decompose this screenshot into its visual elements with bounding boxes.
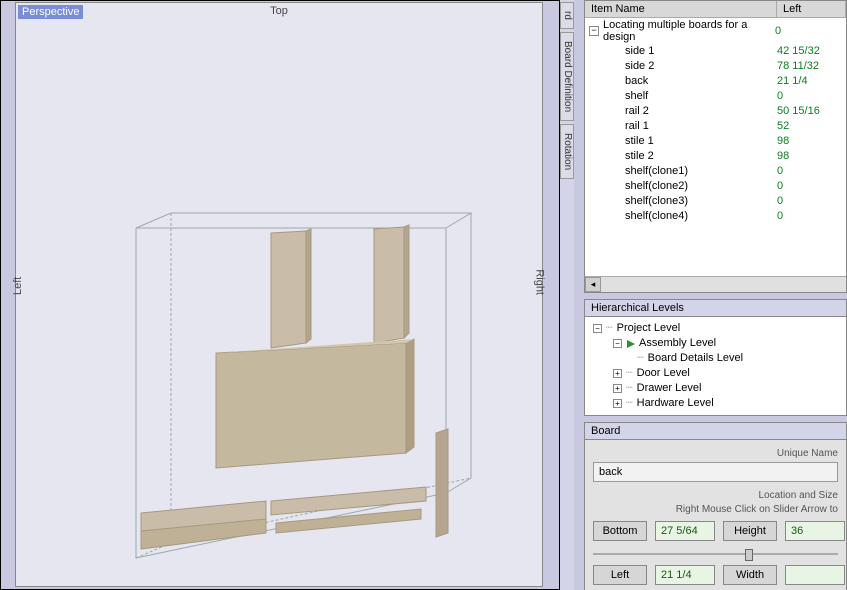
item-name: stile 2: [625, 149, 777, 164]
item-list-panel: Item Name Left − Locating multiple board…: [584, 0, 847, 293]
expand-icon[interactable]: +: [613, 369, 622, 378]
width-button[interactable]: Width: [723, 565, 777, 585]
item-row[interactable]: stile 298: [585, 149, 846, 164]
hierarchy-tree[interactable]: − ┈ Project Level − Assembly Level ┈ Boa…: [584, 316, 847, 416]
item-name: shelf(clone3): [625, 194, 777, 209]
item-left: 50 15/16: [777, 104, 820, 119]
slider-handle[interactable]: [745, 549, 753, 561]
collapse-icon[interactable]: −: [613, 339, 622, 348]
item-name: side 2: [625, 59, 777, 74]
3d-viewport[interactable]: Perspective Top Left Right: [15, 2, 543, 587]
width-value[interactable]: [785, 565, 845, 585]
item-row[interactable]: side 278 11/32: [585, 59, 846, 74]
item-list-header: Item Name Left: [585, 1, 846, 18]
item-row[interactable]: side 142 15/32: [585, 44, 846, 59]
tree-project-level[interactable]: − ┈ Project Level: [591, 321, 840, 336]
item-left: 21 1/4: [777, 74, 808, 89]
item-row[interactable]: back21 1/4: [585, 74, 846, 89]
item-left: 98: [777, 149, 789, 164]
scroll-track[interactable]: [601, 277, 846, 292]
item-left: 0: [777, 179, 783, 194]
item-left: 98: [777, 134, 789, 149]
3d-scene: [16, 3, 544, 588]
item-name: rail 1: [625, 119, 777, 134]
item-name: shelf: [625, 89, 777, 104]
item-name: shelf(clone1): [625, 164, 777, 179]
bottom-slider[interactable]: [593, 547, 838, 561]
item-left: 0: [777, 164, 783, 179]
tree-hardware-level[interactable]: + ┈ Hardware Level: [591, 396, 840, 411]
board-title: Board: [584, 422, 847, 439]
item-left: 52: [777, 119, 789, 134]
item-list-body[interactable]: − Locating multiple boards for a design …: [585, 18, 846, 276]
side-tab-strip: rd Board Definition Rotation: [560, 2, 574, 302]
right-column: Item Name Left − Locating multiple board…: [574, 0, 847, 590]
item-name: side 1: [625, 44, 777, 59]
side-tab-2[interactable]: Rotation: [560, 124, 574, 179]
col-header-item-name[interactable]: Item Name: [585, 1, 777, 17]
col-header-left[interactable]: Left: [777, 1, 846, 17]
tree-root-left: 0: [775, 25, 781, 37]
item-name: shelf(clone4): [625, 209, 777, 224]
item-row[interactable]: shelf(clone2)0: [585, 179, 846, 194]
expand-icon[interactable]: +: [613, 384, 622, 393]
bottom-button[interactable]: Bottom: [593, 521, 647, 541]
tree-assembly-level[interactable]: − Assembly Level: [591, 336, 840, 351]
item-row[interactable]: shelf(clone3)0: [585, 194, 846, 209]
item-left: 0: [777, 194, 783, 209]
item-name: shelf(clone2): [625, 179, 777, 194]
item-row[interactable]: stile 198: [585, 134, 846, 149]
bottom-value[interactable]: 27 5/64: [655, 521, 715, 541]
left-button[interactable]: Left: [593, 565, 647, 585]
slider-hint: Right Mouse Click on Slider Arrow to: [593, 504, 838, 515]
item-row[interactable]: shelf(clone4)0: [585, 209, 846, 224]
item-left: 0: [777, 89, 783, 104]
hierarchy-title: Hierarchical Levels: [584, 299, 847, 316]
expand-icon[interactable]: +: [613, 399, 622, 408]
tree-root-label: Locating multiple boards for a design: [603, 19, 775, 43]
tree-door-level[interactable]: + ┈ Door Level: [591, 366, 840, 381]
height-button[interactable]: Height: [723, 521, 777, 541]
tree-root-row[interactable]: − Locating multiple boards for a design …: [585, 18, 846, 44]
board-panel: Unique Name Location and Size Right Mous…: [584, 439, 847, 590]
height-value[interactable]: 36: [785, 521, 845, 541]
item-list-hscroll[interactable]: ◂: [585, 276, 846, 292]
item-row[interactable]: shelf0: [585, 89, 846, 104]
tree-board-details[interactable]: ┈ Board Details Level: [591, 351, 840, 366]
item-name: back: [625, 74, 777, 89]
side-tab-1[interactable]: Board Definition: [560, 32, 574, 121]
arrow-right-icon: [626, 339, 636, 349]
item-left: 78 11/32: [777, 59, 819, 74]
viewport-panel: Perspective Top Left Right: [0, 0, 560, 590]
item-name: rail 2: [625, 104, 777, 119]
unique-name-label: Unique Name: [593, 448, 838, 459]
collapse-icon[interactable]: −: [593, 324, 602, 333]
side-tab-0[interactable]: rd: [560, 2, 574, 29]
item-row[interactable]: rail 152: [585, 119, 846, 134]
scroll-left-icon[interactable]: ◂: [585, 277, 601, 292]
item-left: 0: [777, 209, 783, 224]
tree-drawer-level[interactable]: + ┈ Drawer Level: [591, 381, 840, 396]
item-row[interactable]: shelf(clone1)0: [585, 164, 846, 179]
item-row[interactable]: rail 250 15/16: [585, 104, 846, 119]
unique-name-input[interactable]: [593, 462, 838, 482]
collapse-icon[interactable]: −: [589, 26, 599, 36]
item-name: stile 1: [625, 134, 777, 149]
left-value[interactable]: 21 1/4: [655, 565, 715, 585]
item-left: 42 15/32: [777, 44, 820, 59]
location-size-label: Location and Size: [593, 490, 838, 501]
